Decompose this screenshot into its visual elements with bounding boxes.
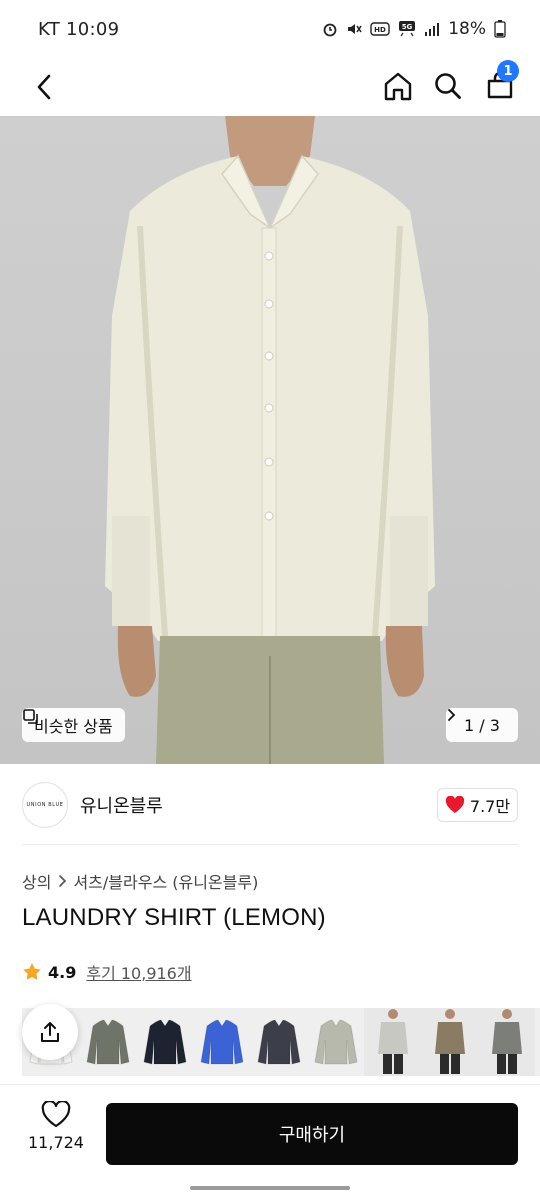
brand-like-button[interactable]: 7.7만: [437, 788, 518, 822]
wishlist-count: 11,724: [28, 1133, 84, 1152]
chevron-right-icon: [448, 709, 456, 721]
hd-icon: HD: [370, 21, 390, 37]
battery-icon: [494, 20, 506, 38]
shirt-thumbnail-icon: [142, 1019, 187, 1065]
search-button[interactable]: [428, 64, 468, 108]
buy-button[interactable]: 구매하기: [106, 1103, 518, 1165]
brand-logo[interactable]: UNION BLUE: [22, 782, 68, 828]
similar-products-label: 비슷한 상품: [34, 717, 113, 736]
buy-button-label: 구매하기: [278, 1125, 346, 1146]
color-options-strip[interactable]: [22, 1008, 540, 1076]
network-icon: 5G: [398, 20, 416, 38]
color-thumbnail[interactable]: [79, 1008, 136, 1076]
home-indicator: [190, 1186, 350, 1190]
model-figure-icon: [434, 1009, 465, 1074]
similar-products-button[interactable]: 비슷한 상품: [22, 708, 125, 742]
review-count-link[interactable]: 후기 10,916개: [86, 960, 191, 984]
purchase-bar: 11,724 구매하기: [0, 1084, 540, 1180]
brand-row: UNION BLUE 유니온블루 7.7만: [0, 764, 540, 844]
svg-text:5G: 5G: [402, 23, 413, 31]
alarm-icon: [322, 21, 338, 37]
back-button[interactable]: [24, 66, 64, 108]
search-icon: [435, 73, 461, 99]
rating-row: 4.9 후기 10,916개: [22, 960, 192, 984]
status-icons: HD 5G 18%: [322, 19, 506, 39]
mute-icon: [346, 21, 362, 37]
brand-name[interactable]: 유니온블루: [80, 792, 163, 818]
model-figure-icon: [377, 1009, 408, 1074]
status-bar: KT 10:09 HD 5G 18%: [0, 0, 540, 58]
home-icon: [384, 72, 412, 101]
color-thumbnail[interactable]: [136, 1008, 193, 1076]
star-icon: [23, 963, 41, 980]
color-thumbnail[interactable]: [307, 1008, 364, 1076]
model-photo-thumbnail[interactable]: [478, 1008, 535, 1076]
battery-percent: 18%: [448, 19, 486, 39]
svg-text:HD: HD: [374, 26, 386, 34]
carrier-time: KT 10:09: [38, 18, 120, 40]
brand-like-count: 7.7만: [469, 797, 511, 816]
copy-icon: [23, 709, 38, 724]
model-figure-icon: [491, 1009, 522, 1074]
shirt-thumbnail-icon: [256, 1019, 301, 1065]
signal-icon: [424, 21, 440, 37]
share-button[interactable]: [22, 1004, 78, 1060]
share-icon: [41, 1022, 59, 1042]
shirt-thumbnail-icon: [199, 1019, 244, 1065]
heart-outline-icon: [41, 1101, 71, 1128]
breadcrumb-subcategory[interactable]: 셔츠/블라우스 (유니온블루): [73, 869, 258, 893]
breadcrumb: 상의 셔츠/블라우스 (유니온블루): [22, 869, 258, 893]
shirt-thumbnail-icon: [85, 1019, 130, 1065]
chevron-left-icon: [37, 74, 51, 100]
image-pager-button[interactable]: 1 / 3: [446, 708, 518, 742]
product-image-carousel[interactable]: 비슷한 상품 1 / 3: [0, 116, 540, 764]
home-button[interactable]: [378, 64, 418, 108]
rating-value: 4.9: [48, 962, 77, 982]
top-app-bar: 1: [0, 58, 540, 116]
product-title: LAUNDRY SHIRT (LEMON): [22, 904, 326, 931]
chevron-right-icon: [59, 875, 67, 887]
product-photo: [105, 116, 435, 764]
image-pager-text: 1 / 3: [464, 715, 500, 735]
divider: [22, 844, 518, 845]
color-thumbnail[interactable]: [250, 1008, 307, 1076]
breadcrumb-category[interactable]: 상의: [22, 869, 51, 893]
color-thumbnail[interactable]: [193, 1008, 250, 1076]
model-photo-thumbnail[interactable]: [421, 1008, 478, 1076]
wishlist-button[interactable]: 11,724: [24, 1101, 88, 1165]
shirt-thumbnail-icon: [313, 1019, 358, 1065]
brand-logo-text: UNION BLUE: [26, 802, 64, 808]
heart-filled-icon: [445, 796, 465, 813]
cart-count-badge: 1: [497, 60, 519, 82]
model-photo-thumbnail[interactable]: [364, 1008, 421, 1076]
